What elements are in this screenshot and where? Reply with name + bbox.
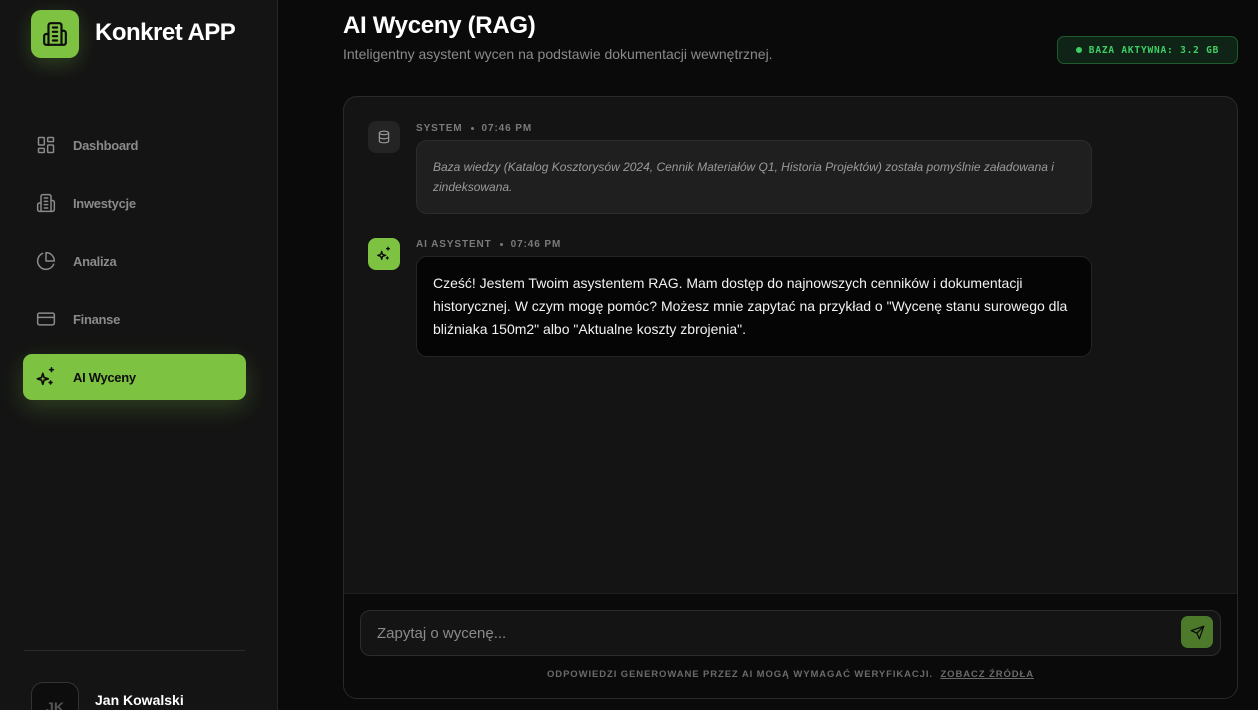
status-dot-icon — [1075, 47, 1082, 53]
building-icon — [35, 192, 57, 214]
pie-chart-icon — [35, 250, 57, 272]
app-logo[interactable] — [31, 10, 79, 58]
sparkles-icon — [35, 366, 57, 388]
chat-panel: SYSTEM 07:46 PM Baza wiedzy (Katalog Kos… — [343, 96, 1238, 699]
sidebar-divider — [24, 650, 245, 651]
user-name: Jan Kowalski — [95, 692, 184, 708]
sidebar-item-inwestycje[interactable]: Inwestycje — [23, 180, 246, 226]
sidebar-item-finanse[interactable]: Finanse — [23, 296, 246, 342]
send-icon — [1190, 625, 1204, 639]
sidebar-item-label: Inwestycje — [73, 195, 136, 211]
sidebar: Konkret APP Dashboard Inwestycje Analiza… — [0, 0, 278, 710]
sidebar-item-analiza[interactable]: Analiza — [23, 238, 246, 284]
message-sender: SYSTEM — [416, 123, 463, 134]
status-badge: BAZA AKTYWNA: 3.2 GB — [1057, 36, 1238, 64]
status-badge-label: BAZA AKTYWNA: 3.2 GB — [1088, 44, 1220, 56]
sidebar-item-label: Dashboard — [73, 137, 139, 153]
ai-disclaimer: ODPOWIEDZI GENEROWANE PRZEZ AI MOGĄ WYMA… — [344, 669, 1237, 680]
disclaimer-text: ODPOWIEDZI GENEROWANE PRZEZ AI MOGĄ WYMA… — [547, 669, 933, 680]
sidebar-item-label: Finanse — [73, 311, 121, 327]
chat-input-area: ODPOWIEDZI GENEROWANE PRZEZ AI MOGĄ WYMA… — [344, 593, 1237, 698]
sidebar-item-label: Analiza — [73, 253, 117, 269]
system-message-bubble: Baza wiedzy (Katalog Kosztorysów 2024, C… — [416, 140, 1092, 214]
page-subtitle: Inteligentny asystent wycen na podstawie… — [343, 46, 773, 62]
app-name: Konkret APP — [95, 19, 236, 46]
separator-dot — [499, 243, 503, 246]
sidebar-item-ai-wyceny[interactable]: AI Wyceny — [23, 354, 246, 400]
sidebar-item-dashboard[interactable]: Dashboard — [23, 122, 246, 168]
dashboard-grid-icon — [35, 134, 57, 156]
separator-dot — [470, 127, 474, 130]
view-sources-link[interactable]: ZOBACZ ŹRÓDŁA — [940, 669, 1034, 680]
message-time: 07:46 PM — [510, 239, 562, 250]
page-title: AI Wyceny (RAG) — [343, 12, 536, 39]
credit-card-icon — [35, 308, 57, 330]
chat-input[interactable] — [360, 610, 1221, 656]
sparkles-icon — [368, 238, 400, 270]
ai-message-bubble: Cześć! Jestem Twoim asystentem RAG. Mam … — [416, 256, 1092, 357]
message-time: 07:46 PM — [481, 123, 533, 134]
database-icon — [368, 121, 400, 153]
message-meta: SYSTEM 07:46 PM — [416, 123, 532, 134]
building-icon — [43, 22, 67, 46]
avatar[interactable]: JK — [31, 682, 79, 710]
message-sender: AI ASYSTENT — [416, 239, 492, 250]
message-meta: AI ASYSTENT 07:46 PM — [416, 239, 561, 250]
sidebar-item-label: AI Wyceny — [73, 369, 136, 385]
send-button[interactable] — [1181, 616, 1213, 648]
